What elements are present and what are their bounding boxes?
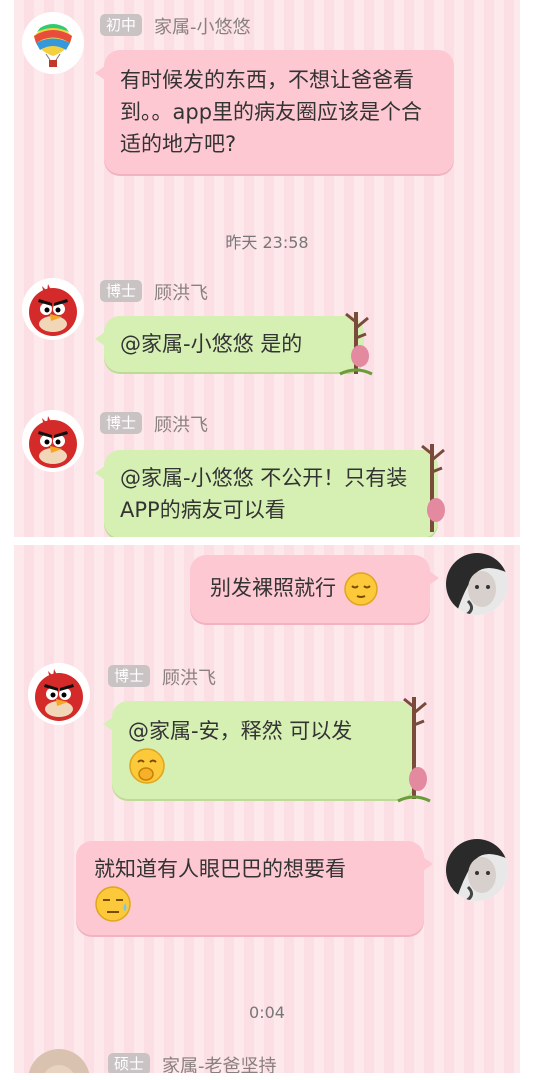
sender-name[interactable]: 顾洪飞: [154, 279, 208, 305]
rank-badge: 博士: [100, 280, 143, 302]
chat-panel-top: 初中 家属-小悠悠 有时候发的东西，不想让爸爸看到。。app里的病友圈应该是个合…: [14, 0, 520, 537]
message-text: 就知道有人眼巴巴的想要看: [94, 857, 346, 881]
relieved-face-icon: [343, 572, 378, 606]
branch-decoration-icon: [339, 312, 373, 376]
message-bubble[interactable]: @家属-安，释然 可以发: [103, 701, 414, 799]
avatar-angry-bird[interactable]: [22, 278, 84, 340]
message-text: @家属-小悠悠 是的: [120, 332, 303, 356]
chat-panel-bottom: 别发裸照就行 博士 顾洪飞 @家属-安，释然 可以发 就知道有人眼巴巴的想要看 …: [14, 545, 520, 1073]
avatar-angry-bird[interactable]: [22, 410, 84, 472]
giggle-face-icon: [129, 748, 165, 784]
sender-name[interactable]: 家属-小悠悠: [154, 13, 251, 39]
rank-badge: 硕士: [108, 1053, 151, 1073]
message-text: 别发裸照就行: [210, 576, 336, 600]
rank-badge: 博士: [100, 412, 143, 434]
sweat-face-icon: [95, 886, 131, 922]
avatar-user-photo[interactable]: [446, 839, 508, 901]
sender-name[interactable]: 家属-老爸坚持: [162, 1052, 277, 1073]
rank-badge: 初中: [100, 14, 143, 36]
rank-badge: 博士: [108, 665, 151, 687]
sender-name[interactable]: 顾洪飞: [162, 664, 216, 690]
message-text: @家属-小悠悠 不公开！只有装APP的病友可以看: [120, 466, 408, 522]
message-bubble[interactable]: 就知道有人眼巴巴的想要看: [76, 841, 433, 935]
message-bubble[interactable]: @家属-小悠悠 是的: [95, 316, 364, 372]
timestamp: 昨天 23:58: [225, 233, 309, 252]
avatar-user-photo[interactable]: [446, 553, 508, 615]
message-text: 有时候发的东西，不想让爸爸看到。。app里的病友圈应该是个合适的地方吧?: [120, 68, 423, 156]
avatar-balloon[interactable]: [22, 12, 84, 74]
avatar-user-photo[interactable]: [28, 1049, 90, 1073]
message-text: @家属-安，释然 可以发: [128, 719, 353, 743]
avatar-angry-bird[interactable]: [28, 663, 90, 725]
branch-decoration-icon: [397, 697, 431, 803]
message-bubble[interactable]: @家属-小悠悠 不公开！只有装APP的病友可以看: [95, 450, 438, 537]
branch-decoration-icon: [421, 444, 445, 532]
message-bubble[interactable]: 别发裸照就行: [190, 555, 439, 623]
sender-name[interactable]: 顾洪飞: [154, 411, 208, 437]
message-bubble[interactable]: 有时候发的东西，不想让爸爸看到。。app里的病友圈应该是个合适的地方吧?: [95, 50, 454, 174]
timestamp: 0:04: [249, 1003, 285, 1022]
